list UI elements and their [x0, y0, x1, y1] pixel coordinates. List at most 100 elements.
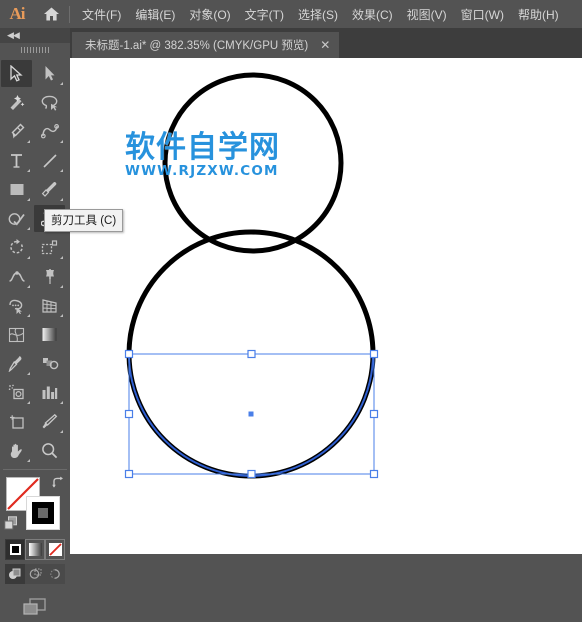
document-tab-bar: 未标题-1.ai* @ 382.35% (CMYK/GPU 预览) ✕ — [70, 28, 582, 58]
double-chevron-left-icon: ◀◀ — [7, 30, 20, 40]
curvature-tool[interactable] — [34, 118, 65, 145]
tool-flyout-indicator — [27, 140, 30, 143]
illustrator-window: Ai 文件(F) 编辑(E) 对象(O) 文字(T) 选择(S) 效果(C) 视… — [0, 0, 582, 615]
artboard-tool[interactable] — [1, 408, 32, 435]
menu-bar: Ai 文件(F) 编辑(E) 对象(O) 文字(T) 选择(S) 效果(C) 视… — [0, 0, 582, 28]
menu-edit[interactable]: 编辑(E) — [128, 3, 182, 26]
home-icon[interactable] — [34, 0, 68, 28]
color-mode-none[interactable] — [45, 539, 65, 560]
magic-wand-tool[interactable] — [1, 89, 32, 116]
tool-tooltip: 剪刀工具 (C) — [44, 209, 124, 232]
grip-dots-icon — [21, 47, 49, 53]
hand-tool[interactable] — [1, 437, 32, 464]
menu-window[interactable]: 窗口(W) — [454, 3, 511, 26]
type-tool[interactable] — [1, 147, 32, 174]
drawing-mode-row — [5, 564, 65, 584]
gradient-tool[interactable] — [34, 321, 65, 348]
stroke-hole — [38, 508, 48, 518]
tool-flyout-indicator — [60, 314, 63, 317]
symbol-sprayer-tool[interactable] — [1, 379, 32, 406]
column-graph-tool[interactable] — [34, 379, 65, 406]
selection-center-point — [248, 411, 254, 417]
scale-tool[interactable] — [34, 234, 65, 261]
draw-normal[interactable] — [5, 564, 25, 584]
handle-bottom-left — [124, 469, 134, 479]
perspective-grid-tool[interactable] — [34, 292, 65, 319]
tool-flyout-indicator — [27, 314, 30, 317]
stroke-swatch[interactable] — [26, 496, 60, 530]
menu-type[interactable]: 文字(T) — [238, 3, 291, 26]
menu-help[interactable]: 帮助(H) — [511, 3, 566, 26]
pen-tool[interactable] — [1, 118, 32, 145]
gradient-icon — [28, 543, 42, 556]
tool-flyout-indicator — [60, 430, 63, 433]
lasso-tool[interactable] — [34, 89, 65, 116]
draw-behind[interactable] — [25, 564, 45, 584]
menu-effect[interactable]: 效果(C) — [345, 3, 400, 26]
direct-selection-tool[interactable] — [34, 60, 65, 87]
mesh-tool[interactable] — [1, 321, 32, 348]
document-tab[interactable]: 未标题-1.ai* @ 382.35% (CMYK/GPU 预览) ✕ — [72, 32, 340, 58]
zoom-tool[interactable] — [34, 437, 65, 464]
menubar-divider — [69, 5, 70, 23]
tool-flyout-indicator — [60, 140, 63, 143]
toolbar-drag-grip[interactable] — [0, 43, 70, 57]
color-mode-row — [5, 539, 65, 560]
handle-bottom-right — [369, 469, 379, 479]
draw-inside[interactable] — [45, 564, 65, 584]
blend-tool[interactable] — [34, 350, 65, 377]
handle-middle-right — [369, 409, 379, 419]
swap-fill-stroke-icon[interactable] — [51, 476, 65, 495]
top-circle-path — [162, 72, 344, 254]
solid-color-icon — [9, 544, 21, 555]
slice-tool[interactable] — [34, 408, 65, 435]
color-mode-solid[interactable] — [5, 539, 25, 560]
handle-top-left — [124, 349, 134, 359]
fill-stroke-controls — [0, 474, 70, 615]
width-tool[interactable] — [1, 263, 32, 290]
tool-flyout-indicator — [27, 372, 30, 375]
toolbar-collapse-button[interactable]: ◀◀ — [0, 28, 70, 43]
tool-flyout-indicator — [60, 198, 63, 201]
rectangle-tool[interactable] — [1, 176, 32, 203]
app-logo: Ai — [9, 4, 26, 23]
tools-panel: ◀◀ — [0, 28, 70, 615]
eyedropper-tool[interactable] — [1, 350, 32, 377]
selection-tool[interactable] — [1, 60, 32, 87]
handle-top-center — [247, 349, 256, 359]
handle-bottom-center — [247, 469, 256, 479]
none-icon — [48, 543, 62, 556]
tool-flyout-indicator — [27, 459, 30, 462]
menu-object[interactable]: 对象(O) — [182, 3, 237, 26]
close-icon[interactable]: ✕ — [320, 39, 330, 51]
document-canvas[interactable] — [70, 58, 582, 554]
line-segment-tool[interactable] — [34, 147, 65, 174]
tool-flyout-indicator — [27, 256, 30, 259]
tool-flyout-indicator — [27, 198, 30, 201]
toolbar-divider — [3, 469, 67, 470]
menu-select[interactable]: 选择(S) — [291, 3, 345, 26]
tool-flyout-indicator — [60, 285, 63, 288]
free-transform-tool[interactable] — [34, 263, 65, 290]
document-tab-title: 未标题-1.ai* @ 382.35% (CMYK/GPU 预览) — [85, 40, 309, 52]
menu-file[interactable]: 文件(F) — [75, 3, 128, 26]
shaper-tool[interactable] — [1, 205, 32, 232]
rotate-tool[interactable] — [1, 234, 32, 261]
shape-builder-tool[interactable] — [1, 292, 32, 319]
stroke-inner — [32, 502, 54, 524]
tool-flyout-indicator — [60, 401, 63, 404]
tool-flyout-indicator — [60, 169, 63, 172]
color-mode-gradient[interactable] — [25, 539, 45, 560]
tool-flyout-indicator — [27, 401, 30, 404]
tool-flyout-indicator — [27, 227, 30, 230]
menu-items: 文件(F) 编辑(E) 对象(O) 文字(T) 选择(S) 效果(C) 视图(V… — [75, 3, 566, 26]
tool-grid — [0, 57, 70, 465]
change-screen-mode[interactable] — [0, 592, 70, 622]
default-fill-stroke-icon[interactable] — [4, 516, 19, 536]
artwork-svg — [124, 72, 379, 479]
paintbrush-tool[interactable] — [34, 176, 65, 203]
tool-flyout-indicator — [27, 285, 30, 288]
tool-flyout-indicator — [27, 169, 30, 172]
tool-flyout-indicator — [60, 256, 63, 259]
menu-view[interactable]: 视图(V) — [400, 3, 454, 26]
